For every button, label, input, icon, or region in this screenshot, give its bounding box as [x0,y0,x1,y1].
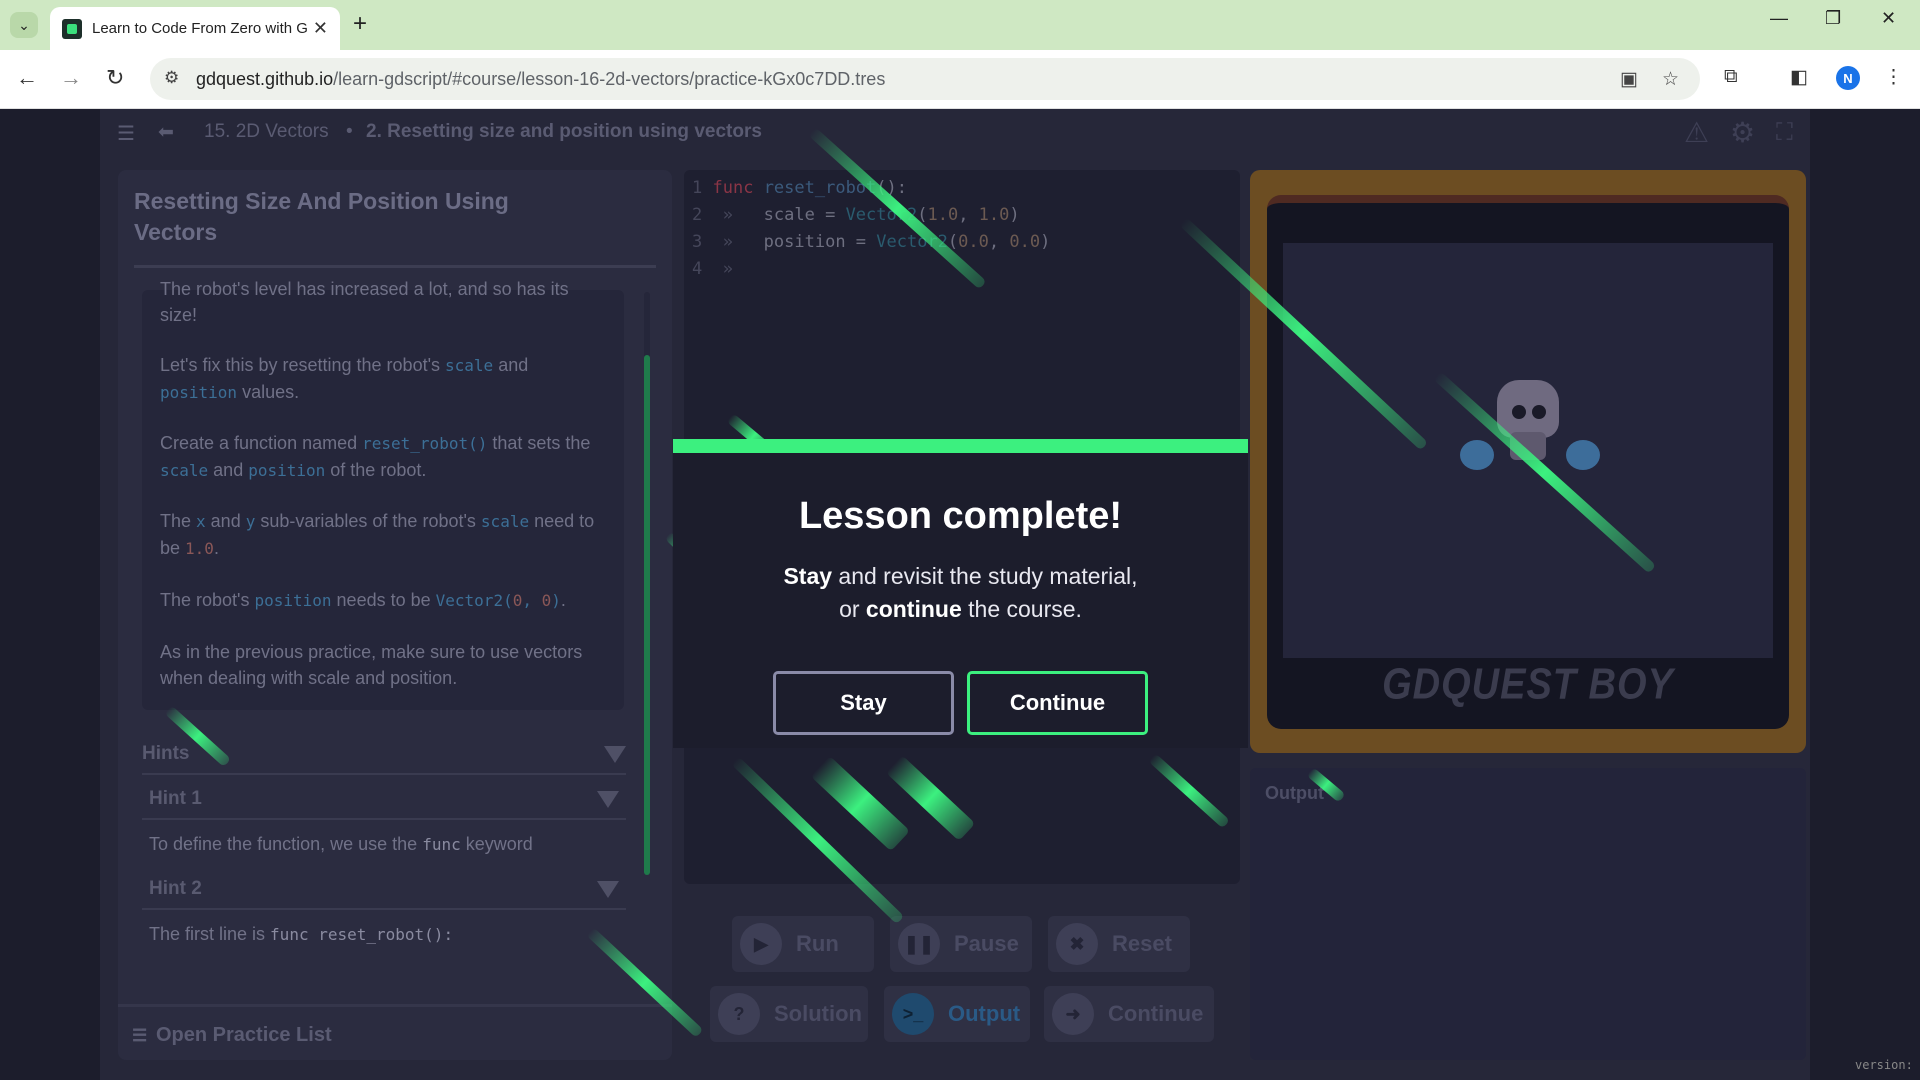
instruction-paragraph-5: As in the previous practice, make sure t… [160,642,583,688]
instruction-paragraph-0: The robot's level has increased a lot, a… [160,279,569,325]
robot-eye-left [1512,405,1526,419]
reset-button[interactable]: ✖ Reset [1048,916,1190,972]
hint-1-toggle-icon[interactable] [597,791,619,808]
modal-message-line-1: Stay and revisit the study material, [783,563,1138,589]
tab-close-icon[interactable]: ✕ [313,18,328,39]
modal-accent-bar [673,439,1248,453]
site-info-icon[interactable]: ⚙ [164,68,179,88]
restore-icon[interactable]: ❐ [1825,8,1841,29]
version-label: version: [1855,1058,1913,1072]
app-top-bar: ☰ ⬅ 15. 2D Vectors • 2. Resetting size a… [100,109,1810,154]
list-icon: ☰ [132,1026,148,1045]
robot-eye-right [1532,405,1546,419]
console-brand-text: GDQUEST BOY [1382,660,1674,710]
tab-title: Learn to Code From Zero with G [92,20,308,37]
arrow-right-icon: ➜ [1052,993,1094,1035]
instruction-paragraph-1: Let's fix this by resetting the robot's … [160,355,529,402]
extensions-icon[interactable]: ⧉ [1724,66,1738,88]
url-text[interactable]: gdquest.github.io/learn-gdscript/#course… [196,69,885,90]
report-issue-icon[interactable]: ⚠ [1684,116,1709,149]
modal-message-line-2: or continue the course. [839,596,1082,622]
hint-1-text: To define the function, we use the func … [149,834,533,854]
continue-button[interactable]: Continue [967,671,1148,735]
hint-1-title[interactable]: Hint 1 [149,788,202,810]
terminal-icon: >_ [892,993,934,1035]
pause-button[interactable]: ❚❚ Pause [890,916,1032,972]
back-icon[interactable]: ← [16,65,38,91]
page-margin-left [0,109,100,1080]
robot-sprite [1497,380,1559,438]
menu-icon[interactable]: ☰ [117,121,135,146]
hint-1-divider [142,818,626,820]
hints-toggle-triangle-icon[interactable] [604,746,626,763]
title-divider [134,265,656,268]
breadcrumb-practice: 2. Resetting size and position using vec… [366,121,762,142]
instruction-paragraph-2: Create a function named reset_robot() th… [160,433,591,480]
browser-menu-icon[interactable]: ⋮ [1884,66,1903,89]
solution-button[interactable]: ? Solution [710,986,868,1042]
output-button[interactable]: >_ Output [884,986,1030,1042]
robot-hand-left [1460,440,1494,470]
minimize-icon[interactable]: — [1770,8,1788,29]
open-practice-list-button[interactable]: ☰ Open Practice List [118,1004,672,1063]
reload-icon[interactable]: ↻ [106,65,124,91]
run-button[interactable]: ▶ Run [732,916,874,972]
fullscreen-icon[interactable]: ⛶ [1776,119,1793,147]
forward-icon[interactable]: → [60,65,82,91]
hint-2-title[interactable]: Hint 2 [149,878,202,900]
back-arrow-icon[interactable]: ⬅ [158,121,174,144]
instruction-paragraph-3: The x and y sub-variables of the robot's… [160,511,595,558]
hint-2-divider [142,908,626,910]
hints-header[interactable]: Hints [142,743,190,765]
hints-divider [142,773,626,775]
side-panel-icon[interactable]: ◧ [1790,66,1808,89]
modal-title: Lesson complete! [798,495,1123,537]
hint-2-toggle-icon[interactable] [597,881,619,898]
hint-2-text: The first line is func reset_robot(): [149,924,454,944]
output-panel [1250,768,1806,1060]
stay-button[interactable]: Stay [773,671,954,735]
browser-tab-active[interactable]: Learn to Code From Zero with G ✕ [50,7,340,50]
play-icon: ▶ [740,923,782,965]
continue-lesson-button[interactable]: ➜ Continue [1044,986,1214,1042]
reset-x-icon: ✖ [1056,923,1098,965]
address-bar[interactable]: ⚙ gdquest.github.io/learn-gdscript/#cour… [150,58,1700,100]
code-line-4[interactable]: 4 » [692,259,733,279]
breadcrumb-separator: • [346,121,353,142]
practice-title: Resetting Size And Position Using Vector… [134,188,509,245]
browser-toolbar: ← → ↻ ⚙ gdquest.github.io/learn-gdscript… [0,50,1920,109]
code-line-2[interactable]: 2 » scale = Vector2(1.0, 1.0) [692,205,1020,225]
breadcrumb-lesson[interactable]: 15. 2D Vectors [204,121,329,143]
chevron-down-icon: ⌄ [18,16,30,33]
pause-icon: ❚❚ [898,923,940,965]
code-line-3[interactable]: 3 » position = Vector2(0.0, 0.0) [692,232,1050,252]
site-favicon-icon [62,18,82,39]
bookmark-star-icon[interactable]: ☆ [1662,68,1679,91]
question-mark-icon: ? [718,993,760,1035]
window-close-icon[interactable]: ✕ [1881,8,1896,29]
robot-hand-right [1566,440,1600,470]
tab-search-dropdown[interactable]: ⌄ [10,12,38,38]
instructions-scrollbar-thumb[interactable] [644,355,650,875]
no-screenshot-icon[interactable]: ▣ [1620,68,1638,91]
open-practice-list-label: Open Practice List [156,1024,332,1046]
instruction-paragraph-4: The robot's position needs to be Vector2… [160,590,566,610]
output-label: Output [1265,783,1324,803]
browser-tab-strip: ⌄ Learn to Code From Zero with G ✕ + — ❐… [0,0,1920,50]
new-tab-button[interactable]: + [353,10,367,38]
profile-avatar[interactable]: N [1836,66,1860,90]
settings-gear-icon[interactable]: ⚙ [1730,116,1755,149]
page-margin-right [1810,109,1920,1080]
